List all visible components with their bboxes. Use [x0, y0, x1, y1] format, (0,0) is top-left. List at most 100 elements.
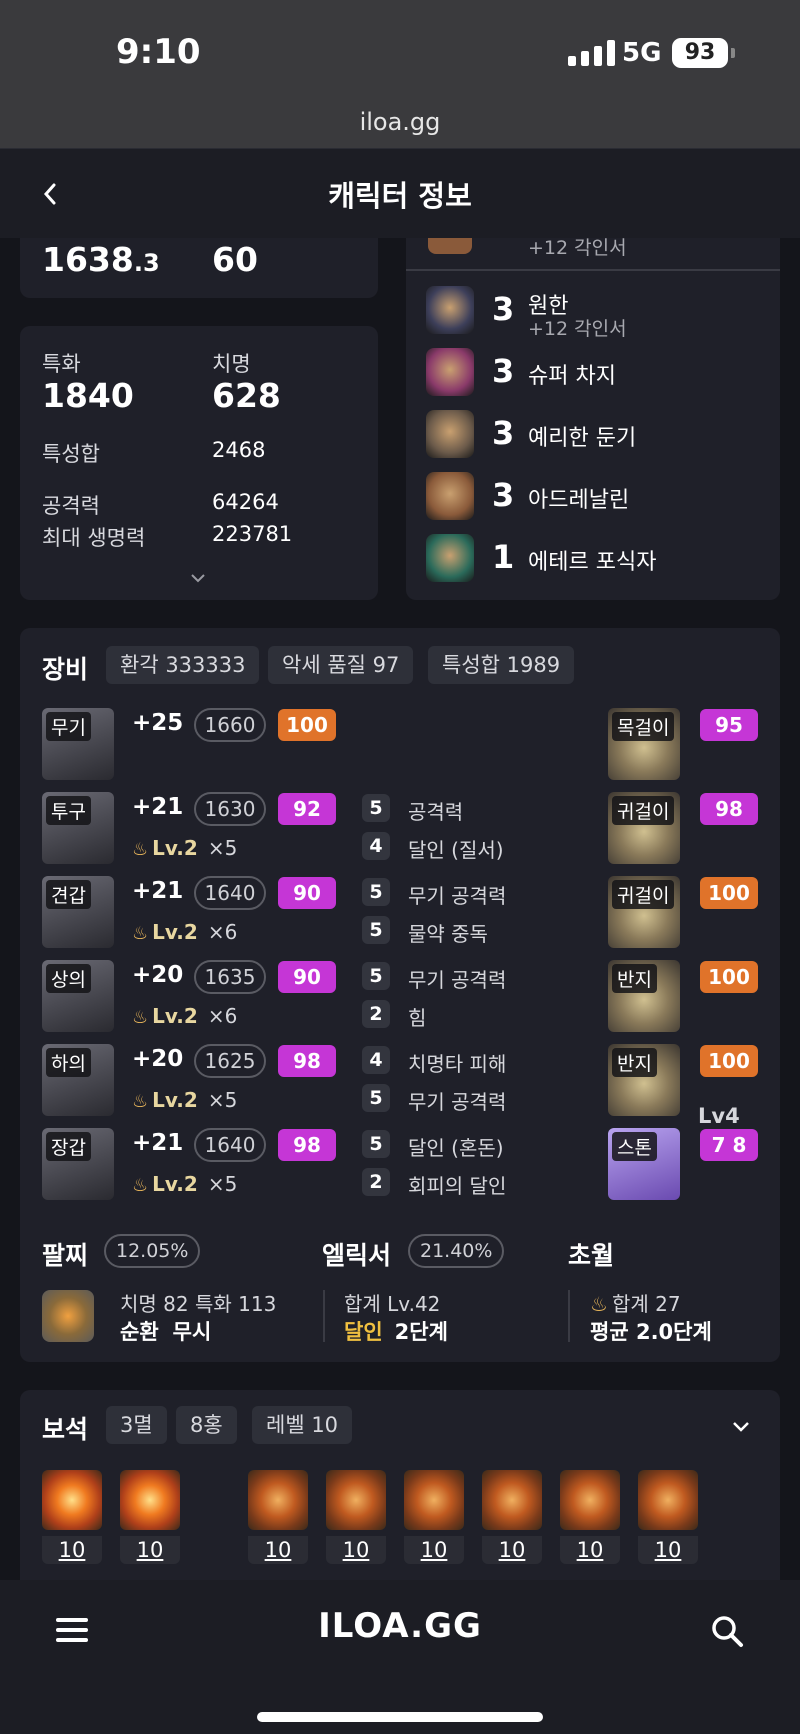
bracelet-icon[interactable] [42, 1290, 94, 1342]
adrenaline-icon [426, 472, 474, 520]
item-level: 1625 [194, 1044, 266, 1078]
chevron-down-icon[interactable] [190, 572, 206, 584]
gem-level: 10 [560, 1536, 620, 1564]
gem-slot[interactable]: 10 [560, 1470, 620, 1564]
quality-badge: 98 [278, 1045, 336, 1077]
stat-left-value: 1638.3 [42, 240, 160, 279]
effect-level: 4 [362, 832, 390, 860]
armor-slot-label: 투구 [46, 796, 91, 825]
transcend-level-text: Lv.2 [152, 836, 198, 860]
enhance-level: +21 [132, 878, 184, 904]
equipment-card: 장비 환각 333333 악세 품질 97 특성합 1989 무기 +25 1660 10… [20, 628, 780, 1362]
effect-name: 무기 공격력 [408, 968, 507, 992]
bracelet-effect-1: 순환 [120, 1320, 159, 1344]
engraving-row[interactable]: 1 에테르 포식자 [426, 534, 766, 586]
site-logo[interactable]: ILOA.GG [0, 1606, 800, 1646]
item-level: 1630 [194, 792, 266, 826]
armor-slot-label: 장갑 [46, 1132, 91, 1161]
gem-slot[interactable]: 10 [404, 1470, 464, 1564]
effect-name: 무기 공격력 [408, 884, 507, 908]
quality-badge: 98 [278, 1129, 336, 1161]
equipment-chip: 특성합 1989 [428, 646, 575, 684]
spec-label: 특화 [42, 352, 81, 376]
transcend-level: ♨ Lv.2 ×6 [132, 920, 237, 944]
divider [323, 1290, 325, 1342]
gem-chip: 레벨 10 [252, 1406, 353, 1444]
transcend-total: ♨ 합계 27 [590, 1292, 681, 1316]
effect-level: 5 [362, 916, 390, 944]
accessory-slot[interactable]: 귀걸이 [608, 792, 680, 864]
engraving-level: 3 [492, 290, 515, 328]
transcend-average: 평균 2.0단계 [590, 1320, 712, 1344]
gem-slot[interactable]: 10 [638, 1470, 698, 1564]
item-level: 1640 [194, 1128, 266, 1162]
engraving-name: 예리한 둔기 [528, 426, 637, 451]
search-icon[interactable] [710, 1614, 744, 1648]
flame-icon: ♨ [590, 1292, 608, 1316]
transcend-level: ♨ Lv.2 ×5 [132, 1172, 237, 1196]
transcend-title: 초월 [568, 1241, 615, 1270]
gem-slot[interactable]: 10 [248, 1470, 308, 1564]
gem-level: 10 [248, 1536, 308, 1564]
charge-icon [426, 348, 474, 396]
accessory-slot[interactable]: 스톤 [608, 1128, 680, 1200]
stat-right-value: 60 [212, 240, 258, 279]
armor-slot[interactable]: 투구 [42, 792, 114, 864]
effect-name: 무기 공격력 [408, 1090, 507, 1114]
gem-chip: 3멸 [106, 1406, 167, 1444]
chevron-down-icon[interactable] [732, 1420, 750, 1434]
quality-badge: 90 [278, 877, 336, 909]
accessory-slot[interactable]: 목걸이 [608, 708, 680, 780]
transcend-multiplier: ×6 [207, 1004, 238, 1028]
transcend-level-text: Lv.2 [152, 1088, 198, 1112]
engraving-row[interactable]: 3 예리한 둔기 [426, 410, 766, 462]
hp-label: 최대 생명력 [42, 526, 146, 550]
armor-slot[interactable]: 상의 [42, 960, 114, 1032]
effect-level: 2 [362, 1000, 390, 1028]
elixir-effect-name: 달인 [344, 1320, 383, 1344]
elixir-title: 엘릭서 [322, 1241, 392, 1270]
hp-value: 223781 [212, 522, 293, 546]
effect-name: 달인 (질서) [408, 838, 504, 862]
gem-slot[interactable]: 10 [482, 1470, 542, 1564]
armor-slot[interactable]: 견갑 [42, 876, 114, 948]
gem-slot[interactable]: 10 [120, 1470, 180, 1564]
elixir-effect-stage: 2단계 [394, 1320, 448, 1344]
accessory-slot-label: 반지 [612, 964, 657, 993]
elixir-total: 합계 Lv.42 [344, 1292, 441, 1316]
engraving-level: 3 [492, 414, 515, 452]
wolf-icon [426, 286, 474, 334]
gem-slot[interactable]: 10 [326, 1470, 386, 1564]
engraving-row[interactable]: 3 슈퍼 차지 [426, 348, 766, 400]
gems-card: 보석 3멸 8홍 레벨 10 10 10 10 10 10 10 10 10 [20, 1390, 780, 1590]
engraving-sub: +12 각인서 [528, 318, 627, 340]
url-bar[interactable]: iloa.gg [0, 100, 800, 148]
effect-level: 5 [362, 878, 390, 906]
gem-slot[interactable]: 10 [42, 1470, 102, 1564]
armor-slot[interactable]: 장갑 [42, 1128, 114, 1200]
effect-level: 5 [362, 794, 390, 822]
enhance-level: +21 [132, 1130, 184, 1156]
effect-name: 물약 중독 [408, 922, 488, 946]
gem-level: 10 [120, 1536, 180, 1564]
armor-slot[interactable]: 하의 [42, 1044, 114, 1116]
engraving-row[interactable]: 3 원한 +12 각인서 [426, 286, 766, 340]
stone-level: Lv4 [698, 1104, 740, 1128]
transcend-multiplier: ×5 [207, 1172, 238, 1196]
accessory-slot[interactable]: 귀걸이 [608, 876, 680, 948]
engraving-row[interactable]: 3 아드레날린 [426, 472, 766, 524]
equipment-chip: 환각 333333 [106, 646, 260, 684]
gem-chip: 8홍 [176, 1406, 237, 1444]
transcend-level-text: Lv.2 [152, 1004, 198, 1028]
crimson-gem-icon [638, 1470, 698, 1530]
doom-gem-icon [120, 1470, 180, 1530]
crit-value: 628 [212, 376, 281, 415]
transcend-level-text: Lv.2 [152, 920, 198, 944]
effect-name: 달인 (혼돈) [408, 1136, 504, 1160]
accessory-slot[interactable]: 반지 [608, 1044, 680, 1116]
accessory-slot[interactable]: 반지 [608, 960, 680, 1032]
bracelet-effects: 순환 무시 [120, 1316, 211, 1346]
quality-badge: 100 [700, 961, 758, 993]
armor-slot[interactable]: 무기 [42, 708, 114, 780]
gem-level: 10 [404, 1536, 464, 1564]
